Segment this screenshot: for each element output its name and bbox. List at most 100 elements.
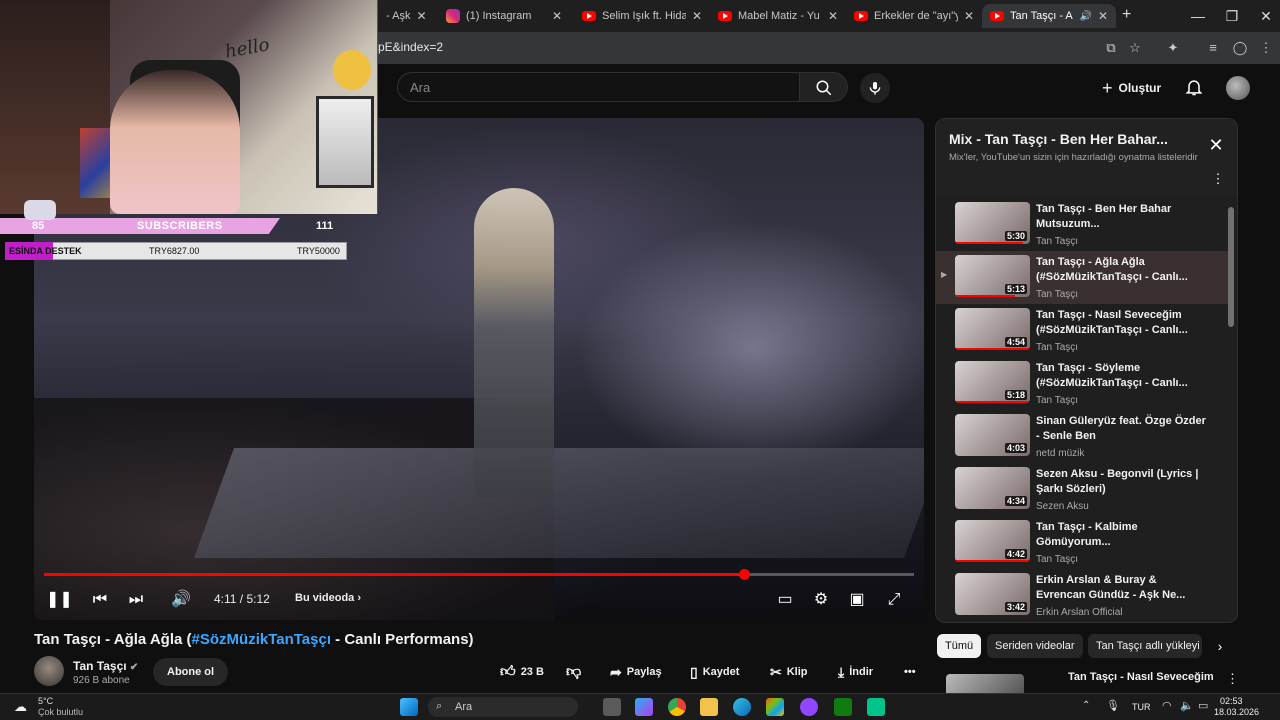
task-view-icon[interactable]: [603, 698, 621, 716]
app-icon[interactable]: [867, 698, 885, 716]
browser-tab[interactable]: Erkekler de "ayı"yı se ✕: [846, 4, 982, 28]
theater-mode-icon[interactable]: ▣: [845, 588, 869, 612]
next-video-thumbnail[interactable]: [946, 674, 1024, 693]
chip-all[interactable]: Tümü: [937, 634, 982, 658]
channel-name[interactable]: Tan Taşçı ✔: [73, 659, 138, 673]
tab-close-icon[interactable]: ✕: [828, 9, 838, 23]
download-button[interactable]: ⤓ İndir: [838, 662, 873, 682]
file-explorer-icon[interactable]: [700, 698, 718, 716]
maximize-icon[interactable]: ❐: [1222, 6, 1242, 26]
battery-icon[interactable]: ▭: [1198, 699, 1208, 712]
playlist-item[interactable]: 4:54 Tan Taşçı - Nasıl Seveceğim (#SözMüz…: [936, 304, 1228, 357]
playlist-item-channel: Tan Taşçı: [1036, 342, 1079, 353]
tab-close-icon[interactable]: ✕: [692, 9, 702, 23]
dislike-button[interactable]: 👎︎: [566, 662, 581, 682]
playlist-scrollbar[interactable]: [1228, 207, 1234, 327]
playlist-item-thumbnail: 5:13: [955, 255, 1030, 297]
voice-search-button[interactable]: [860, 73, 890, 103]
more-vert-icon[interactable]: ⋮: [1226, 671, 1239, 687]
pause-icon[interactable]: ❚❚: [46, 588, 73, 612]
more-vert-icon[interactable]: ⋮: [1210, 171, 1226, 187]
weather-description: Çok bulutlu: [38, 707, 84, 717]
chevron-up-icon[interactable]: ⌃: [1082, 700, 1090, 711]
clock-time[interactable]: 02:53: [1220, 696, 1243, 706]
search-button[interactable]: [800, 72, 848, 102]
profile-icon[interactable]: ◯: [1232, 40, 1248, 56]
language-indicator[interactable]: TUR: [1132, 702, 1151, 712]
store-icon[interactable]: [766, 698, 784, 716]
webcam-overlay: hello: [0, 0, 378, 214]
edge-icon[interactable]: [733, 698, 751, 716]
weather-temperature[interactable]: 5°C: [38, 696, 53, 706]
next-video-title[interactable]: Tan Taşçı - Nasıl Seveceğim: [1068, 671, 1214, 683]
tab-label: - Aşk: [386, 10, 411, 22]
xbox-icon[interactable]: [834, 698, 852, 716]
account-avatar[interactable]: [1226, 76, 1250, 100]
browser-menu-icon[interactable]: ⋮: [1258, 40, 1274, 56]
share-button[interactable]: ➦ Paylaş: [610, 662, 662, 682]
playlist-item[interactable]: 3:42 Erkin Arslan & Buray & Evrencan Günd…: [936, 569, 1228, 622]
close-icon[interactable]: ✕: [1206, 135, 1226, 155]
title-hashtag[interactable]: #SözMüzikTanTaşçı: [192, 631, 331, 648]
next-icon[interactable]: ⏭: [124, 588, 148, 612]
playlist-item-title: Sinan Güleryüz feat. Özge Özder - Senle …: [1036, 415, 1206, 442]
tab-close-icon[interactable]: ✕: [416, 9, 426, 23]
bookmark-star-icon[interactable]: ☆: [1127, 40, 1143, 56]
minimize-icon[interactable]: —: [1188, 6, 1208, 26]
playlist-item[interactable]: 4:42 Tan Taşçı - Kalbime Gömüyorum... Tan …: [936, 516, 1228, 569]
tab-close-icon[interactable]: ✕: [964, 9, 974, 23]
cast-icon[interactable]: ⧉: [1103, 40, 1119, 56]
browser-tab[interactable]: - Aşk ✕: [378, 4, 434, 28]
windows-start-icon[interactable]: [400, 698, 418, 716]
chevron-right-icon[interactable]: ›: [1212, 638, 1228, 654]
like-button[interactable]: 👍︎ 23 B: [500, 662, 544, 682]
fullscreen-icon[interactable]: ⤢: [882, 588, 906, 612]
subscribe-button[interactable]: Abone ol: [153, 658, 229, 686]
chip-series[interactable]: Seriden videolar: [987, 634, 1083, 658]
progress-scrubber[interactable]: [738, 569, 750, 580]
playlist-item[interactable]: ▶ 5:13 Tan Taşçı - Ağla Ağla (#SözMüzikTan…: [936, 251, 1228, 304]
extensions-icon[interactable]: ✦: [1165, 40, 1181, 56]
microphone-icon[interactable]: 🎙: [1106, 699, 1120, 712]
subtitles-icon[interactable]: ▭: [773, 588, 797, 612]
chip-uploader[interactable]: Tan Taşçı adlı yükleyi: [1088, 634, 1202, 658]
playlist-item[interactable]: 5:18 Tan Taşçı - Söyleme (#SözMüzikTanTaş…: [936, 357, 1228, 410]
youtube-icon: [990, 11, 1004, 21]
playlist-item-duration: 4:34: [1004, 496, 1027, 506]
settings-gear-icon[interactable]: ⚙: [809, 588, 833, 612]
notifications-bell-icon[interactable]: [1184, 77, 1204, 97]
search-input[interactable]: [397, 72, 800, 102]
playlist-item[interactable]: 4:03 Sinan Güleryüz feat. Özge Özder - Se…: [936, 410, 1228, 463]
url-text[interactable]: pE&index=2: [378, 40, 443, 54]
chrome-icon[interactable]: [668, 698, 686, 716]
weather-cloud-icon[interactable]: ☁: [14, 699, 27, 715]
browser-tab[interactable]: Selim Işık ft. Hidayet ✕: [574, 4, 710, 28]
audio-playing-icon[interactable]: 🔊: [1079, 11, 1091, 22]
playlist-item[interactable]: 4:34 Sezen Aksu - Begonvil (Lyrics | Şark…: [936, 463, 1228, 516]
wifi-icon[interactable]: ◠: [1162, 699, 1172, 712]
tab-close-icon[interactable]: ✕: [1098, 9, 1108, 23]
media-control-icon[interactable]: ≡: [1205, 40, 1221, 56]
create-button[interactable]: + Oluştur: [1102, 78, 1161, 98]
playlist-title[interactable]: Mix - Tan Taşçı - Ben Her Bahar...: [949, 131, 1168, 147]
previous-icon[interactable]: ⏮: [88, 588, 112, 612]
browser-tab[interactable]: (1) Instagram ✕: [438, 4, 570, 28]
clock-date[interactable]: 18.03.2026: [1214, 707, 1259, 717]
more-actions-icon[interactable]: •••: [904, 662, 916, 682]
volume-icon[interactable]: 🔊: [169, 588, 193, 612]
chapter-button[interactable]: Bu videoda ›: [295, 592, 361, 604]
taskbar-search[interactable]: [428, 697, 578, 717]
tab-close-icon[interactable]: ✕: [552, 9, 562, 23]
save-button[interactable]: ▯ Kaydet: [690, 662, 739, 682]
clip-button[interactable]: ✂ Klip: [770, 662, 808, 682]
new-tab-button[interactable]: +: [1122, 6, 1131, 24]
browser-tab-active[interactable]: Tan Taşçı - Ağla A 🔊 ✕: [982, 4, 1116, 28]
window-close-icon[interactable]: ✕: [1256, 6, 1276, 26]
copilot-icon[interactable]: [635, 698, 653, 716]
channel-avatar[interactable]: [34, 656, 64, 686]
volume-icon[interactable]: 🔈: [1180, 699, 1194, 712]
playlist-item[interactable]: 5:30 Tan Taşçı - Ben Her Bahar Mutsuzum..…: [936, 198, 1228, 251]
browser-tab[interactable]: Mabel Matiz - Yusuf ✕: [710, 4, 846, 28]
app-icon[interactable]: [800, 698, 818, 716]
playlist-item-thumbnail: 4:54: [955, 308, 1030, 350]
